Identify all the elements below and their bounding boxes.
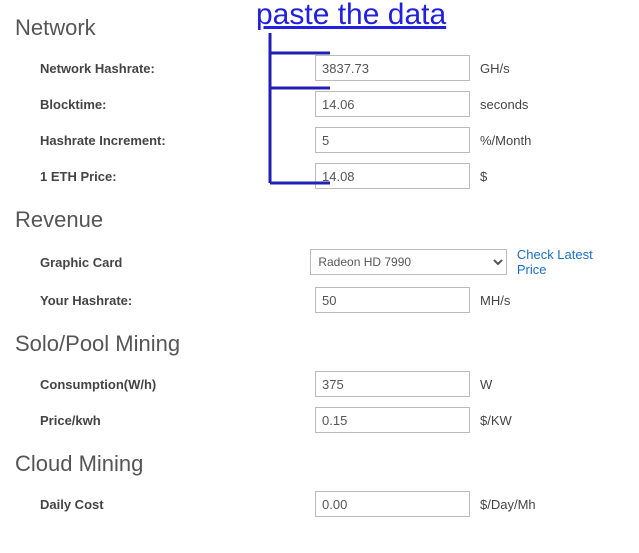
input-network-hashrate[interactable]	[315, 55, 470, 81]
row-network-hashrate: Network Hashrate: GH/s	[15, 55, 624, 81]
label-daily-cost: Daily Cost	[15, 497, 315, 512]
select-graphic-card[interactable]: Radeon HD 7990	[310, 249, 507, 275]
input-hashrate-increment[interactable]	[315, 127, 470, 153]
label-network-hashrate: Network Hashrate:	[15, 61, 315, 76]
unit-eth-price: $	[480, 169, 487, 184]
row-blocktime: Blocktime: seconds	[15, 91, 624, 117]
row-eth-price: 1 ETH Price: $	[15, 163, 624, 189]
unit-daily-cost: $/Day/Mh	[480, 497, 536, 512]
section-heading-solopool: Solo/Pool Mining	[15, 331, 624, 357]
unit-consumption: W	[480, 377, 492, 392]
row-price-kwh: Price/kwh $/KW	[15, 407, 624, 433]
label-blocktime: Blocktime:	[15, 97, 315, 112]
link-check-latest-price[interactable]: Check Latest Price	[517, 247, 624, 277]
unit-your-hashrate: MH/s	[480, 293, 510, 308]
label-price-kwh: Price/kwh	[15, 413, 315, 428]
unit-network-hashrate: GH/s	[480, 61, 510, 76]
annotation-paste-data: paste the data	[256, 0, 446, 32]
unit-blocktime: seconds	[480, 97, 528, 112]
section-heading-revenue: Revenue	[15, 207, 624, 233]
input-daily-cost[interactable]	[315, 491, 470, 517]
row-hashrate-increment: Hashrate Increment: %/Month	[15, 127, 624, 153]
label-eth-price: 1 ETH Price:	[15, 169, 315, 184]
input-consumption[interactable]	[315, 371, 470, 397]
input-your-hashrate[interactable]	[315, 287, 470, 313]
input-eth-price[interactable]	[315, 163, 470, 189]
unit-price-kwh: $/KW	[480, 413, 512, 428]
input-price-kwh[interactable]	[315, 407, 470, 433]
row-consumption: Consumption(W/h) W	[15, 371, 624, 397]
unit-hashrate-increment: %/Month	[480, 133, 531, 148]
section-heading-cloud: Cloud Mining	[15, 451, 624, 477]
label-hashrate-increment: Hashrate Increment:	[15, 133, 315, 148]
label-graphic-card: Graphic Card	[15, 255, 310, 270]
label-consumption: Consumption(W/h)	[15, 377, 315, 392]
label-your-hashrate: Your Hashrate:	[15, 293, 315, 308]
input-blocktime[interactable]	[315, 91, 470, 117]
row-graphic-card: Graphic Card Radeon HD 7990 Check Latest…	[15, 247, 624, 277]
row-your-hashrate: Your Hashrate: MH/s	[15, 287, 624, 313]
row-daily-cost: Daily Cost $/Day/Mh	[15, 491, 624, 517]
